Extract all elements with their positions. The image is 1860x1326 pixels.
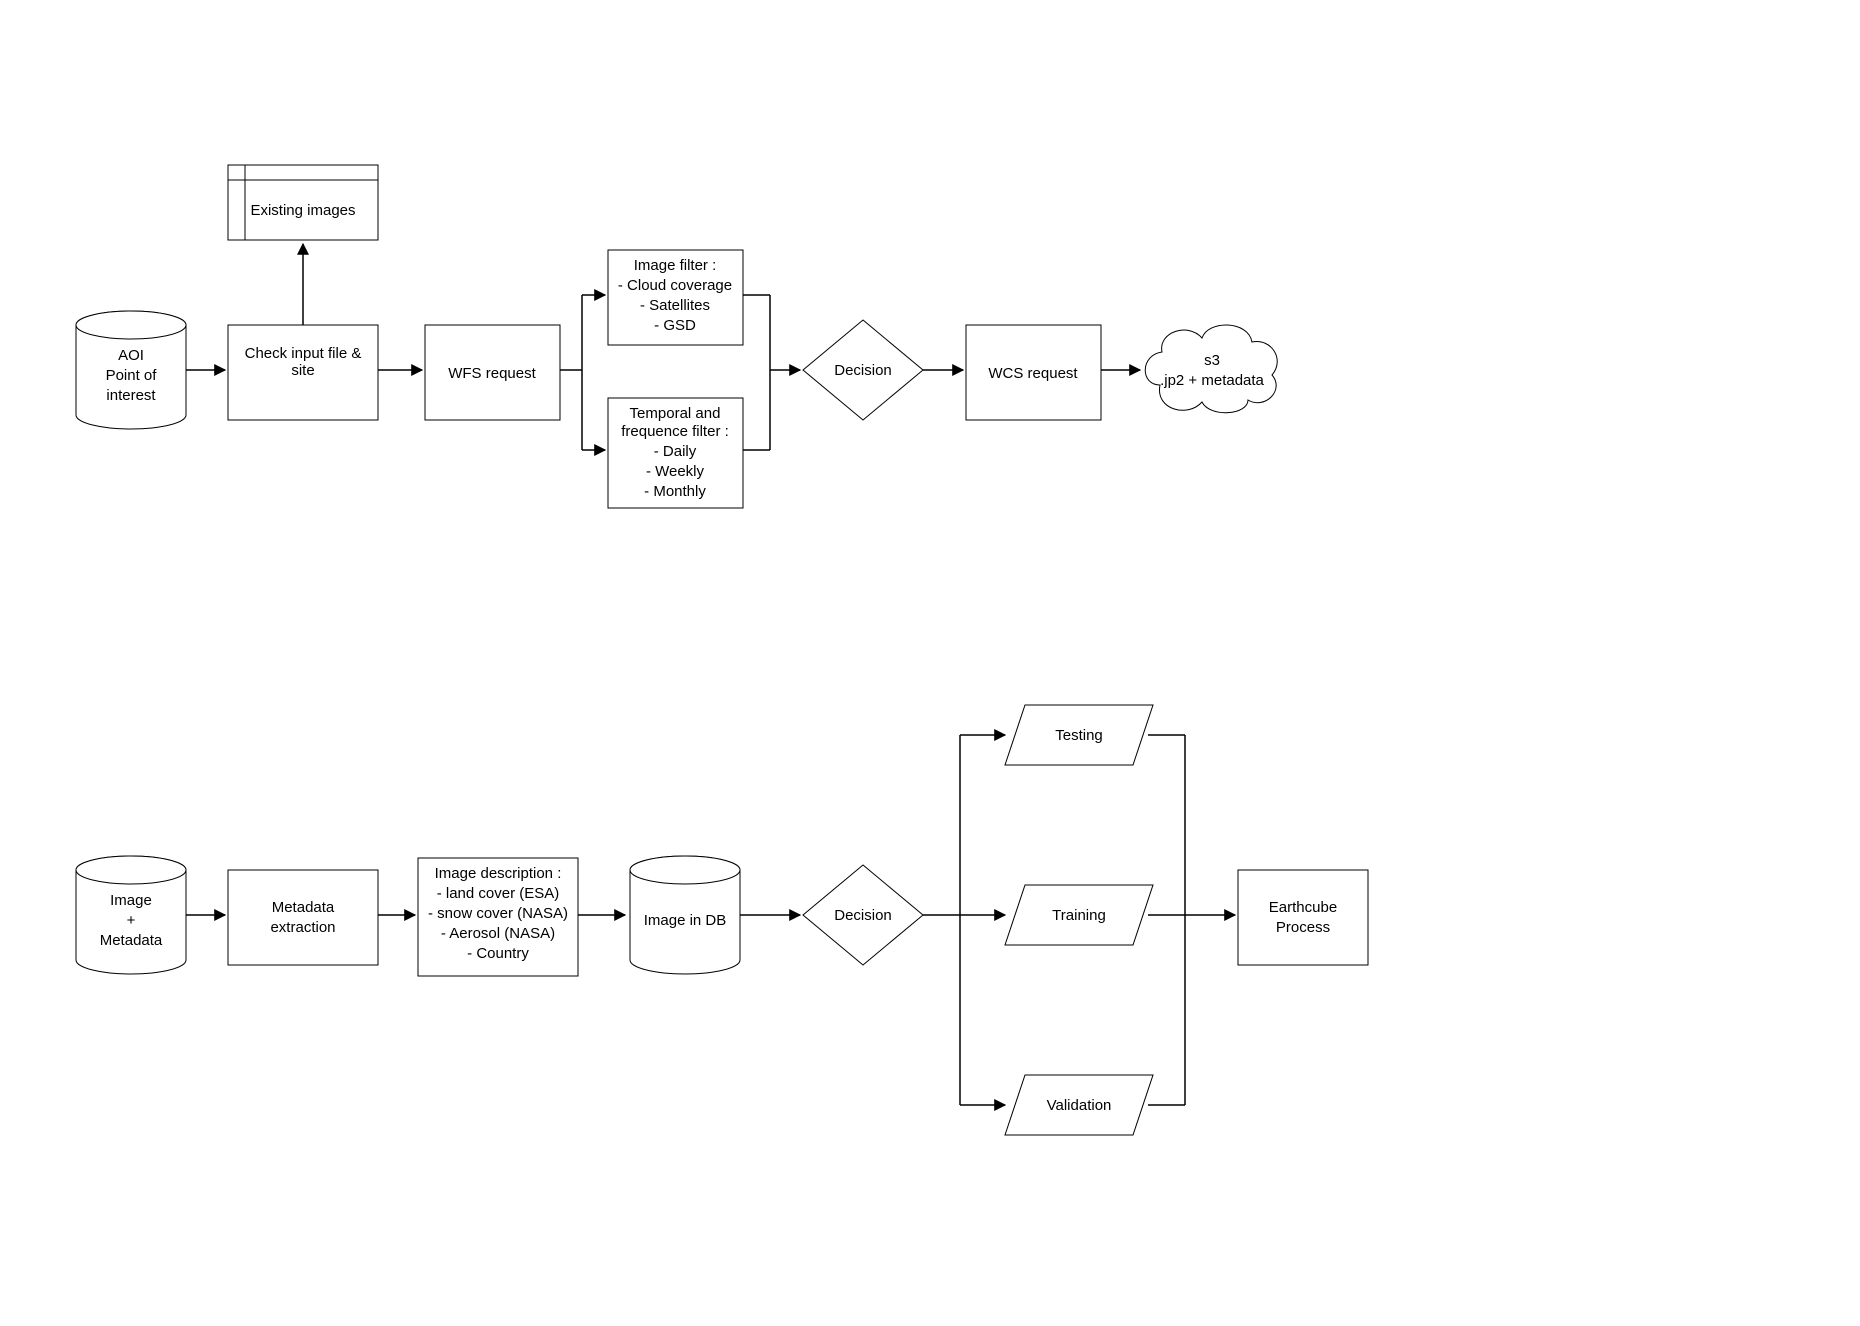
training-label: Training: [1052, 907, 1106, 924]
image-filter-title: Image filter :: [634, 257, 717, 274]
desc-i4: - Country: [467, 945, 529, 962]
aoi-line2: Point of: [106, 367, 158, 384]
wcs-request-label: WCS request: [988, 365, 1078, 382]
decision-1-label: Decision: [834, 362, 892, 379]
s3-line2: .jp2 + metadata: [1160, 372, 1264, 389]
aoi-line3: interest: [106, 387, 156, 404]
earthcube-box: Earthcube Process: [1238, 870, 1368, 965]
metadata-extraction-box: Metadata extraction: [228, 870, 378, 965]
metadata-line1: Metadata: [272, 899, 335, 916]
image-in-db-cylinder: Image in DB: [630, 856, 740, 974]
temporal-filter-i2: - Weekly: [646, 463, 705, 480]
validation-label: Validation: [1047, 1097, 1112, 1114]
image-filter-box: Image filter : - Cloud coverage - Satell…: [608, 250, 743, 345]
aoi-line1: AOI: [118, 347, 144, 364]
testing-label: Testing: [1055, 727, 1103, 744]
image-filter-i2: - Satellites: [640, 297, 710, 314]
earthcube-line1: Earthcube: [1269, 899, 1337, 916]
image-line2: +: [127, 912, 136, 929]
existing-images-box: Existing images: [228, 165, 378, 240]
temporal-filter-i3: - Monthly: [644, 483, 706, 500]
image-line3: Metadata: [100, 932, 163, 949]
validation-box: Validation: [1005, 1075, 1153, 1135]
testing-box: Testing: [1005, 705, 1153, 765]
wfs-request-box: WFS request: [425, 325, 560, 420]
decision-2-diamond: Decision: [803, 865, 923, 965]
image-line1: Image: [110, 892, 152, 909]
desc-i1: - land cover (ESA): [437, 885, 560, 902]
image-description-box: Image description : - land cover (ESA) -…: [418, 858, 578, 976]
existing-images-label: Existing images: [250, 202, 355, 219]
s3-cloud: s3 .jp2 + metadata: [1145, 325, 1277, 413]
decision-2-label: Decision: [834, 907, 892, 924]
desc-i3: - Aerosol (NASA): [441, 925, 555, 942]
check-input-box: Check input file & site: [228, 325, 378, 420]
desc-i2: - snow cover (NASA): [428, 905, 568, 922]
temporal-filter-title: Temporal and: [630, 405, 721, 422]
temporal-filter-subtitle: frequence filter :: [621, 423, 729, 440]
training-box: Training: [1005, 885, 1153, 945]
desc-title: Image description :: [435, 865, 562, 882]
aoi-cylinder: AOI Point of interest: [76, 311, 186, 429]
temporal-filter-box: Temporal and frequence filter : - Daily …: [608, 398, 743, 508]
s3-line1: s3: [1204, 352, 1220, 369]
wcs-request-box: WCS request: [966, 325, 1101, 420]
temporal-filter-i1: - Daily: [654, 443, 697, 460]
image-filter-i3: - GSD: [654, 317, 696, 334]
check-input-label: Check input file & site: [233, 345, 373, 379]
decision-1-diamond: Decision: [803, 320, 923, 420]
wfs-request-label: WFS request: [448, 365, 536, 382]
earthcube-line2: Process: [1276, 919, 1330, 936]
metadata-line2: extraction: [270, 919, 335, 936]
image-in-db-label: Image in DB: [644, 912, 727, 929]
image-filter-i1: - Cloud coverage: [618, 277, 732, 294]
image-metadata-cylinder: Image + Metadata: [76, 856, 186, 974]
